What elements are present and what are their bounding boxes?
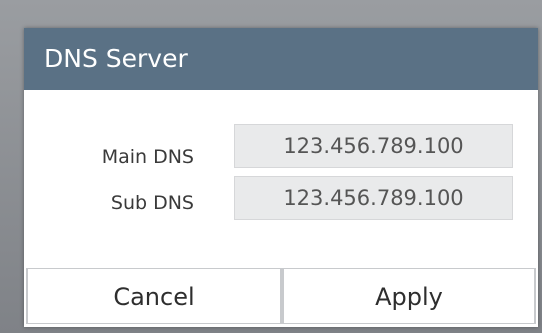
sub-dns-label: Sub DNS (110, 192, 194, 214)
dialog-title: DNS Server (44, 44, 188, 73)
dialog-button-row: Cancel Apply (26, 268, 536, 324)
cancel-button[interactable]: Cancel (28, 269, 280, 323)
sub-dns-field[interactable]: 123.456.789.100 (234, 176, 513, 220)
dialog-title-bar: DNS Server (24, 28, 538, 90)
main-dns-field[interactable]: 123.456.789.100 (234, 124, 513, 168)
main-dns-label: Main DNS (101, 146, 194, 168)
apply-button[interactable]: Apply (284, 269, 534, 323)
dns-server-dialog: DNS Server Main DNS 123.456.789.100 Sub … (24, 28, 538, 327)
